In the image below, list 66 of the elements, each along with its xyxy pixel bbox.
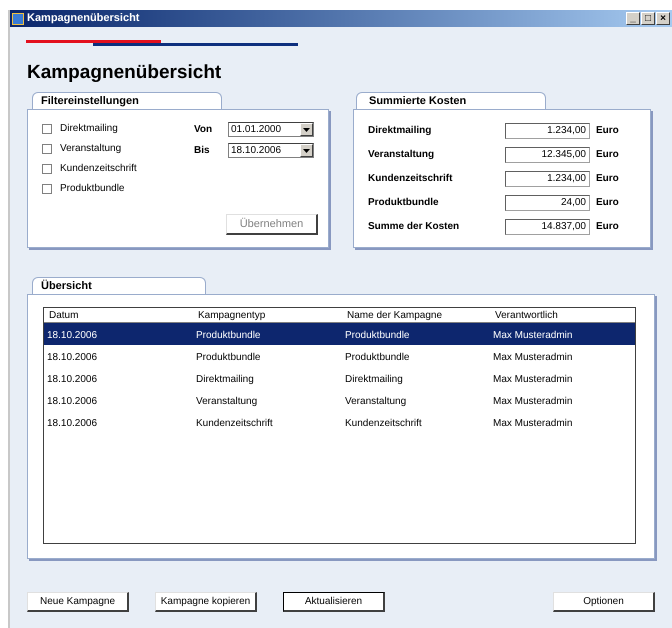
table-cell: 18.10.2006 (47, 418, 98, 429)
date-dropdown[interactable]: 01.01.2000 (228, 122, 314, 137)
cost-field: 12.345,00 (505, 146, 590, 162)
window-title: Kampagnenübersicht (27, 11, 140, 26)
table-row[interactable]: 18.10.2006 Veranstaltung Veranstaltung Max Musteradmin (44, 389, 635, 411)
date-dropdown[interactable]: 18.10.2006 (228, 143, 314, 158)
checkbox[interactable] (42, 164, 52, 174)
table-cell: 18.10.2006 (47, 330, 98, 341)
table-cell: 18.10.2006 (47, 396, 98, 407)
checkbox[interactable] (42, 144, 52, 154)
table-cell: Produktbundle (345, 352, 410, 363)
table-cell: Kundenzeitschrift (345, 418, 422, 429)
cost-label: Direktmailing (368, 124, 432, 138)
unit-label: Euro (596, 124, 619, 138)
table-row[interactable]: 18.10.2006 Kundenzeitschrift Kundenzeitschrift Max Musteradmin (44, 411, 635, 433)
column-header[interactable]: Kampagnentyp (193, 308, 342, 322)
unit-label: Euro (596, 220, 619, 234)
table-cell: 18.10.2006 (47, 352, 98, 363)
cost-label: Produktbundle (368, 196, 440, 210)
checkbox-label: Produktbundle (60, 182, 124, 196)
table-cell: Max Musteradmin (493, 396, 572, 407)
table-cell: Direktmailing (196, 374, 254, 385)
table-cell: Veranstaltung (196, 396, 258, 407)
checkbox-label: Kundenzeitschrift (60, 162, 137, 176)
close-button[interactable]: × (656, 12, 670, 25)
table-cell: Produktbundle (196, 330, 260, 341)
page-heading: Kampagnenübersicht (27, 62, 222, 84)
app-icon (12, 12, 24, 24)
action-button[interactable]: Aktualisieren (283, 592, 385, 612)
table-cell: Max Musteradmin (493, 352, 572, 363)
field-label: Von (194, 123, 214, 137)
table-row[interactable]: 18.10.2006 Produktbundle Produktbundle Max Musteradmin (44, 345, 635, 367)
checkbox[interactable] (42, 184, 52, 194)
checkbox-label: Direktmailing (60, 122, 118, 136)
cost-label: Summe der Kosten (368, 220, 460, 234)
cost-field: 1.234,00 (505, 122, 590, 138)
table-cell: Max Musteradmin (493, 374, 572, 385)
column-header[interactable]: Name der Kampagne (342, 308, 490, 322)
cost-field: 1.234,00 (505, 170, 590, 186)
unit-label: Euro (596, 196, 619, 210)
action-button[interactable]: Kampagne kopieren (155, 592, 257, 612)
maximize-button[interactable]: □ (641, 12, 655, 25)
table-cell: Produktbundle (196, 352, 260, 363)
unit-label: Euro (596, 148, 619, 162)
cost-label: Kundenzeitschrift (368, 172, 454, 186)
unit-label: Euro (596, 172, 619, 186)
cost-label: Veranstaltung (368, 148, 436, 162)
table-cell: Kundenzeitschrift (196, 418, 273, 429)
minimize-button[interactable]: _ (626, 12, 640, 25)
column-header[interactable]: Datum (44, 308, 193, 322)
table-cell: Direktmailing (345, 374, 403, 385)
table-cell: Veranstaltung (345, 396, 406, 407)
table-cell: Max Musteradmin (493, 418, 572, 429)
action-button[interactable]: Optionen (553, 592, 655, 612)
table-row[interactable]: 18.10.2006 Produktbundle Produktbundle Max Musteradmin (44, 323, 635, 345)
column-header[interactable]: Verantwortlich (490, 308, 630, 322)
table-cell: Max Musteradmin (493, 330, 572, 341)
action-button[interactable]: Neue Kampagne (27, 592, 129, 612)
checkbox-label: Veranstaltung (60, 142, 122, 156)
field-label: Bis (194, 144, 211, 158)
table-row[interactable]: 18.10.2006 Direktmailing Direktmailing Max Musteradmin (44, 367, 635, 389)
checkbox[interactable] (42, 124, 52, 134)
table-cell: Produktbundle (345, 330, 410, 341)
cost-field: 14.837,00 (505, 218, 590, 234)
cost-field: 24,00 (505, 194, 590, 210)
table-cell: 18.10.2006 (47, 374, 98, 385)
